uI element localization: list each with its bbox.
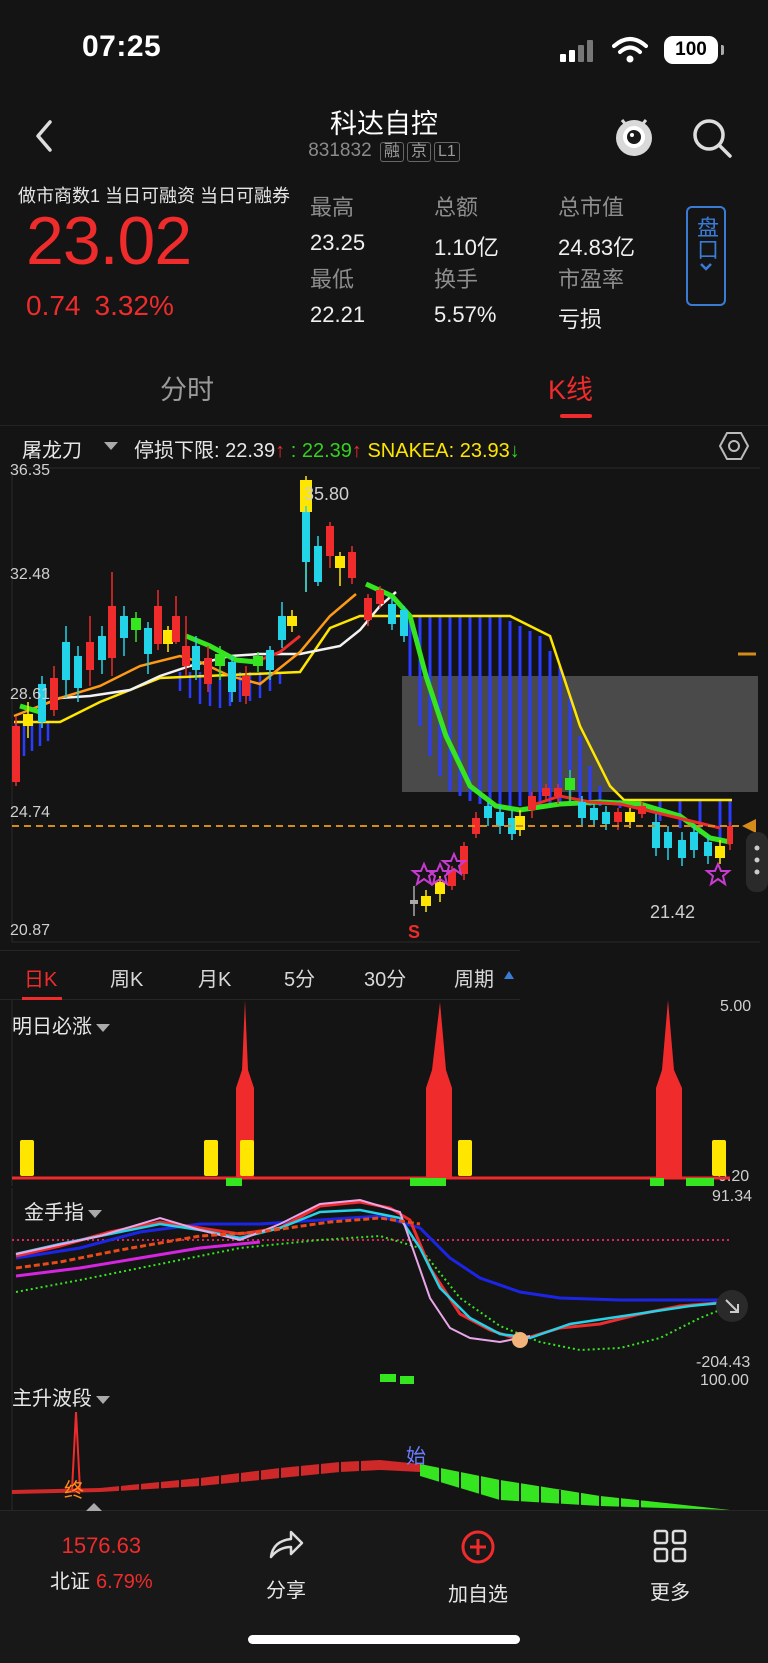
period-week[interactable]: 周K — [110, 963, 143, 992]
add-watchlist-button[interactable]: 加自选 — [428, 1529, 528, 1607]
high-price-label: 35.80 — [304, 484, 350, 504]
more-button[interactable]: 更多 — [620, 1529, 720, 1605]
chevron-down-icon — [700, 263, 712, 271]
stat-low: 最低 22.21 — [310, 267, 366, 327]
change-amount: 0.74 — [26, 290, 81, 321]
bottom-toolbar: 1576.63 北证 6.79% 分享 加自选 更多 — [0, 1503, 768, 1663]
share-icon — [269, 1530, 304, 1559]
battery-indicator: 100 — [664, 36, 724, 64]
period-5min[interactable]: 5分 — [284, 963, 315, 992]
period-tabs: 日K 周K 月K 5分 30分 周期 — [0, 950, 520, 1000]
change-percent: 3.32% — [94, 290, 174, 321]
index-expand-icon[interactable] — [86, 1503, 102, 1511]
main-indicator-header: 屠龙刀 停损下限: 22.39↑ : 22.39↑ SNAKEA: 23.93↓ — [0, 425, 768, 465]
indicator-dropdown-icon[interactable] — [104, 442, 118, 450]
panel2-chart — [11, 1188, 748, 1378]
index-name: 北证 6.79% — [50, 1571, 153, 1593]
stat-market-cap: 总市值 24.83亿 — [558, 195, 636, 260]
order-book-button[interactable]: 盘口 — [686, 206, 726, 306]
status-time: 07:25 — [82, 30, 162, 63]
y-tick-4: 20.87 — [10, 922, 51, 939]
kline-chart[interactable]: 36.35 32.48 28.61 24.74 20.87 35.80 21.4… — [0, 462, 768, 944]
quote-panel: 做市商数1 当日可融资 当日可融券 23.02 0.74 3.32% 最高 23.… — [0, 176, 768, 346]
green-line-text: : 22.39 — [290, 440, 352, 462]
tab-fenshi[interactable]: 分时 — [160, 368, 214, 407]
stock-code: 831832 — [308, 140, 372, 161]
indicator-name[interactable]: 屠龙刀 — [22, 434, 82, 463]
stock-detail-page: 07:25 100 科达自控 831832 融京 L1 做市商数1 当日可融资 … — [0, 0, 768, 1663]
panel3-chart — [11, 1372, 730, 1510]
stat-amount: 总额 1.10亿 — [434, 195, 499, 260]
period-menu-icon — [504, 971, 514, 979]
period-month[interactable]: 月K — [198, 963, 231, 992]
snake-text: SNAKEA: 23.93 — [367, 440, 510, 462]
tab-kline[interactable]: K线 — [548, 368, 593, 407]
stop-loss-text: 停损下限: 22.39 — [134, 440, 276, 462]
index-value: 1576.63 — [61, 1533, 142, 1558]
tag-jing: 京 — [406, 142, 431, 162]
kline-chart-svg — [11, 467, 768, 943]
index-percent: 6.79% — [96, 1571, 153, 1593]
pointer-hand-icon — [512, 1332, 528, 1348]
sell-signal-mark: S — [408, 922, 421, 942]
tab-active-indicator — [560, 414, 592, 418]
indicator-values: 停损下限: 22.39↑ : 22.39↑ SNAKEA: 23.93↓ — [134, 434, 520, 463]
y-tick-1: 32.48 — [10, 566, 51, 583]
search-icon[interactable] — [690, 116, 734, 160]
home-indicator — [248, 1635, 520, 1644]
grid-menu-icon — [653, 1529, 687, 1563]
low-price-label: 21.42 — [650, 902, 696, 922]
panel1-chart — [11, 1000, 730, 1186]
status-bar: 07:25 100 — [0, 0, 768, 96]
chart-tabs: 分时 K线 — [0, 350, 768, 420]
add-circle-icon — [461, 1530, 495, 1564]
snake-down-arrow: ↓ — [509, 440, 520, 462]
current-price-marker — [742, 819, 756, 833]
y-tick-3: 24.74 — [10, 804, 51, 821]
green-up-arrow: ↑ — [351, 440, 362, 462]
period-more[interactable]: 周期 — [454, 963, 494, 992]
cellular-signal-icon — [560, 40, 593, 62]
wave-start-mark: 始 — [406, 1446, 426, 1468]
stat-turnover: 换手 5.57% — [434, 267, 497, 327]
wave-end-mark: 终 — [64, 1480, 84, 1502]
settings-hexagon-icon[interactable] — [718, 431, 750, 461]
y-tick-2: 28.61 — [10, 686, 51, 703]
assistant-robot-icon[interactable] — [612, 114, 656, 160]
tag-rong: 融 — [379, 142, 404, 162]
share-button[interactable]: 分享 — [236, 1529, 336, 1603]
navigation-bar: 科达自控 831832 融京 L1 — [0, 96, 768, 176]
current-price: 23.02 — [26, 203, 192, 279]
stat-pe: 市盈率 亏损 — [558, 267, 625, 332]
period-30min[interactable]: 30分 — [364, 963, 406, 992]
y-tick-0: 36.35 — [10, 462, 51, 479]
period-day[interactable]: 日K — [24, 963, 57, 992]
tag-level: L1 — [433, 142, 460, 162]
wifi-icon — [612, 37, 648, 63]
stat-high: 最高 23.25 — [310, 195, 366, 255]
stop-up-arrow: ↑ — [275, 440, 286, 462]
price-change: 0.74 3.32% — [26, 290, 188, 322]
index-ticker[interactable]: 1576.63 北证 6.79% — [50, 1533, 153, 1594]
